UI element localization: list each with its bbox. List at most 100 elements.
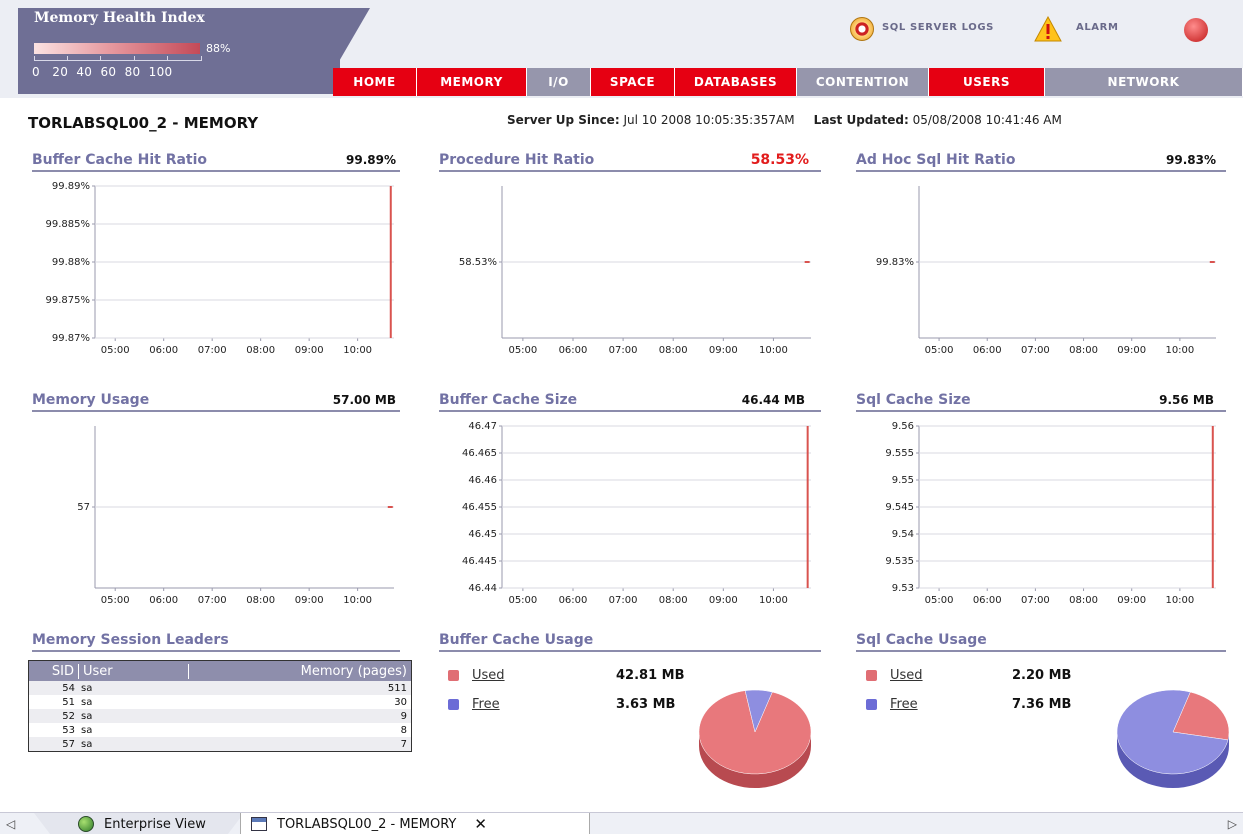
y-tick-label: 9.55	[892, 475, 914, 486]
buffer-cache-size-chart: 05:00 06:00 07:00 08:00 09:00 10:00 46.47 46.46…	[462, 421, 811, 606]
page-title: TORLABSQL00_2 - MEMORY	[28, 114, 259, 132]
column-header-sid[interactable]: SID	[29, 663, 79, 679]
nav-memory[interactable]: MEMORY	[417, 68, 527, 96]
cell-sid: 53	[62, 724, 75, 736]
x-tick-label: 09:00	[295, 595, 324, 606]
panel-value: 99.83%	[1166, 153, 1216, 167]
cell-memory: 511	[387, 682, 407, 694]
table-row[interactable]: 53 sa 8	[29, 723, 411, 737]
tab-label: Enterprise View	[104, 816, 206, 832]
x-tick-label: 09:00	[1117, 345, 1146, 356]
y-tick-label: 9.53	[892, 583, 914, 594]
cell-memory: 8	[400, 724, 407, 736]
nav-io[interactable]: I/O	[527, 68, 591, 96]
health-index-scale-labels: 0 20 40 60 80 100	[32, 65, 173, 79]
x-tick-label: 10:00	[1165, 345, 1194, 356]
y-tick-label: 46.46	[468, 475, 497, 486]
free-link[interactable]: Free	[472, 697, 500, 712]
panel-title: Buffer Cache Size	[439, 392, 578, 408]
scroll-left-icon[interactable]: ◁	[6, 817, 15, 831]
server-up-label: Server Up Since:	[507, 113, 620, 127]
sql-server-logs-icon[interactable]	[850, 17, 874, 41]
last-updated-value: 05/08/2008 10:41:46 AM	[912, 113, 1062, 127]
y-tick-label: 46.465	[462, 448, 497, 459]
table-row[interactable]: 51 sa 30	[29, 695, 411, 709]
y-tick-label: 46.445	[462, 556, 497, 567]
x-tick-label: 10:00	[759, 595, 788, 606]
used-swatch-icon	[866, 670, 877, 681]
x-tick-label: 07:00	[1021, 345, 1050, 356]
y-tick-label: 9.54	[892, 529, 914, 540]
table-row[interactable]: 54 sa 511	[29, 681, 411, 695]
scale-tick	[201, 56, 202, 61]
cell-memory: 9	[400, 710, 407, 722]
nav-home[interactable]: HOME	[333, 68, 417, 96]
panel-header-memory-usage: Memory Usage 57.00 MB	[32, 390, 400, 412]
column-header-user[interactable]: User	[79, 663, 189, 679]
last-updated-label: Last Updated:	[813, 113, 909, 127]
free-swatch-icon	[866, 699, 877, 710]
x-tick-label: 06:00	[149, 345, 178, 356]
y-tick-label: 99.885%	[46, 219, 91, 230]
y-tick-label: 46.47	[468, 421, 497, 432]
scale-tick	[167, 56, 168, 61]
window-icon	[251, 817, 267, 831]
buffer-cache-hit-chart: 05:00 06:00 07:00 08:00 09:00 10:00 99.89% 99.8…	[46, 181, 394, 356]
memory-usage-chart: 05:00 06:00 07:00 08:00 09:00 10:00 57	[77, 426, 394, 606]
x-tick-label: 06:00	[973, 345, 1002, 356]
health-index-title: Memory Health Index	[34, 10, 205, 26]
table-body: 54 sa 511 51 sa 30 52 sa 9 53 sa 8 57 sa…	[29, 681, 411, 751]
tab-enterprise-view[interactable]: Enterprise View	[34, 813, 244, 834]
panel-title: Memory Session Leaders	[32, 632, 229, 648]
table-row[interactable]: 52 sa 9	[29, 709, 411, 723]
legend-used: Used 2.20 MB	[866, 668, 1106, 686]
x-tick-label: 05:00	[101, 595, 130, 606]
buffer-cache-usage-pie	[698, 689, 812, 788]
y-tick-label: 46.45	[468, 529, 497, 540]
nav-contention[interactable]: CONTENTION	[797, 68, 929, 96]
adhoc-hit-chart: 05:00 06:00 07:00 08:00 09:00 10:00 99.83%	[876, 186, 1216, 356]
used-swatch-icon	[448, 670, 459, 681]
alarm-link[interactable]: ALARM	[1076, 22, 1119, 33]
cell-user: sa	[81, 710, 93, 722]
cell-sid: 57	[62, 738, 75, 750]
panel-header-buffer-cache-hit: Buffer Cache Hit Ratio 99.89%	[32, 150, 400, 172]
panel-title: Sql Cache Size	[856, 392, 971, 408]
nav-space[interactable]: SPACE	[591, 68, 675, 96]
column-header-memory[interactable]: Memory (pages)	[189, 664, 411, 679]
used-link[interactable]: Used	[890, 668, 923, 683]
free-swatch-icon	[448, 699, 459, 710]
used-link[interactable]: Used	[472, 668, 505, 683]
server-up-value: Jul 10 2008 10:05:35:357AM	[623, 113, 795, 127]
health-index-percent: 88%	[206, 42, 231, 55]
sql-server-logs-link[interactable]: SQL SERVER LOGS	[882, 22, 994, 33]
free-link[interactable]: Free	[890, 697, 918, 712]
tab-memory[interactable]: TORLABSQL00_2 - MEMORY ✕	[240, 813, 590, 834]
alarm-warning-icon[interactable]	[1034, 16, 1062, 42]
panel-title: Ad Hoc Sql Hit Ratio	[856, 152, 1016, 168]
scale-tick	[34, 56, 35, 61]
y-tick-label: 99.89%	[52, 181, 90, 192]
x-tick-label: 05:00	[925, 345, 954, 356]
used-value: 42.81 MB	[616, 668, 685, 683]
cell-user: sa	[81, 682, 93, 694]
y-tick-label: 9.535	[885, 556, 914, 567]
cell-sid: 54	[62, 682, 75, 694]
nav-network[interactable]: NETWORK	[1045, 68, 1243, 96]
server-status: Server Up Since: Jul 10 2008 10:05:35:35…	[507, 113, 1062, 127]
scroll-right-icon[interactable]: ▷	[1228, 817, 1237, 831]
x-tick-label: 10:00	[343, 345, 372, 356]
cell-user: sa	[81, 724, 93, 736]
sql-cache-size-chart: 05:00 06:00 07:00 08:00 09:00 10:00 9.56 9.555 9…	[885, 421, 1216, 606]
panel-header-adhoc-hit: Ad Hoc Sql Hit Ratio 99.83%	[856, 150, 1226, 172]
close-icon[interactable]: ✕	[474, 815, 487, 833]
nav-databases[interactable]: DATABASES	[675, 68, 797, 96]
sql-cache-usage-pie	[1116, 689, 1230, 788]
table-header: SID User Memory (pages)	[29, 661, 411, 681]
free-value: 7.36 MB	[1012, 697, 1072, 712]
table-row[interactable]: 57 sa 7	[29, 737, 411, 751]
nav-users[interactable]: USERS	[929, 68, 1045, 96]
panel-value: 46.44 MB	[741, 393, 805, 407]
x-tick-label: 07:00	[609, 345, 638, 356]
x-tick-label: 05:00	[101, 345, 130, 356]
